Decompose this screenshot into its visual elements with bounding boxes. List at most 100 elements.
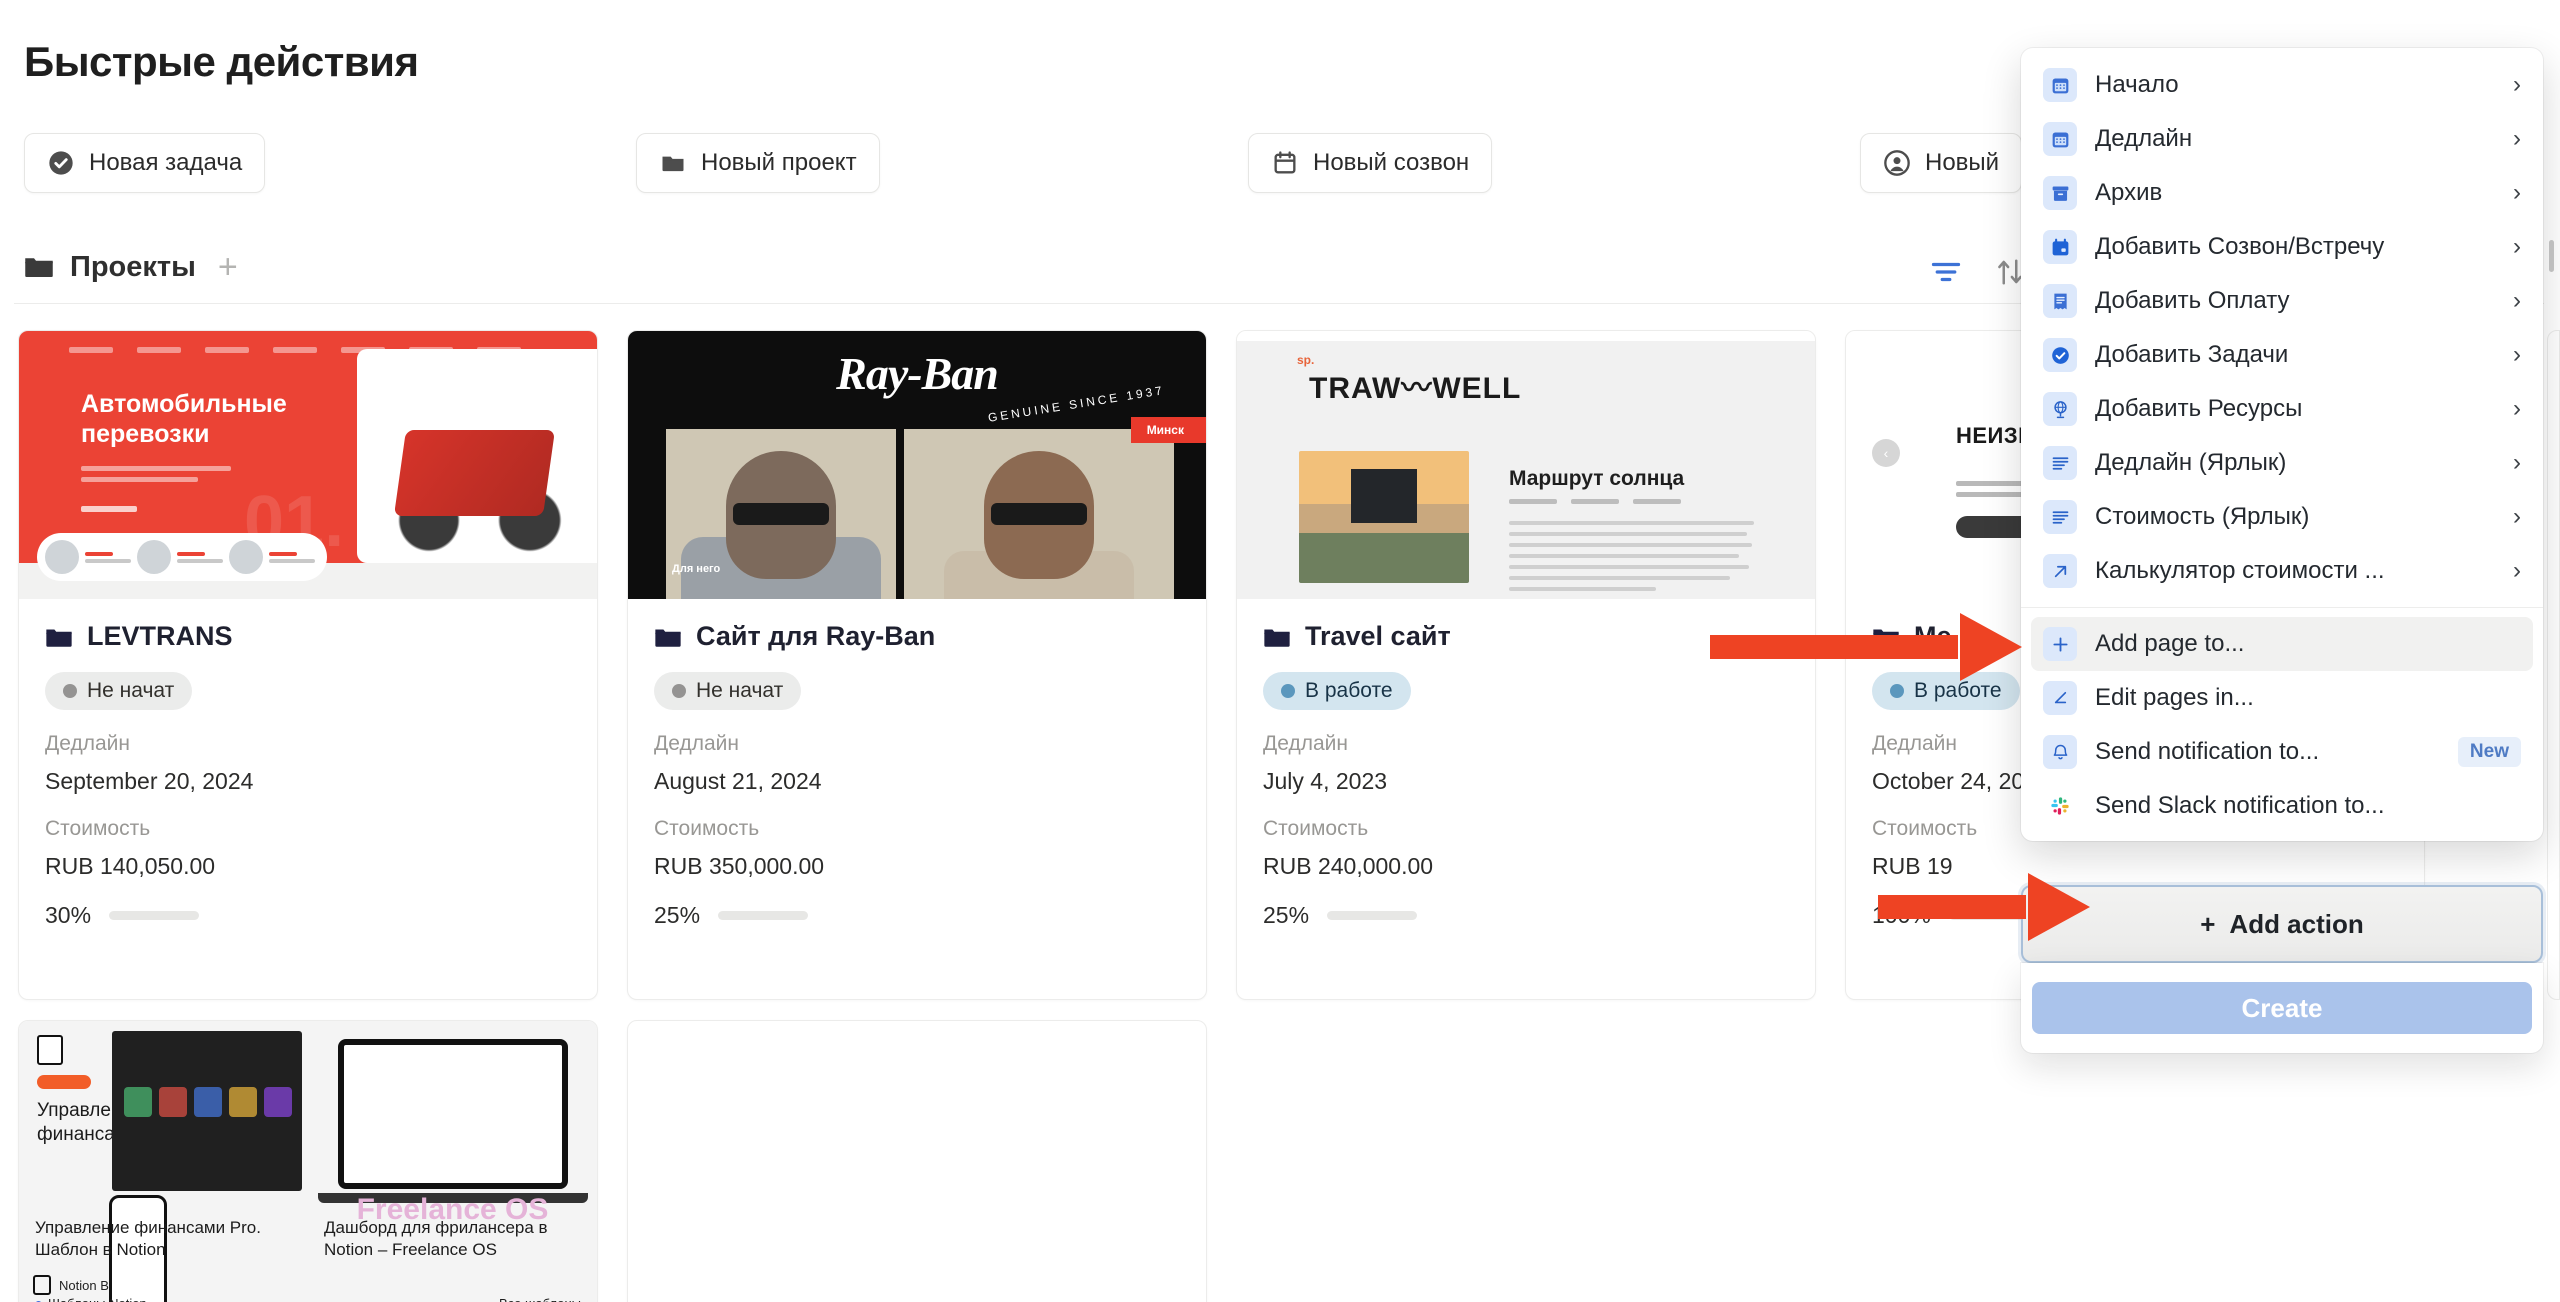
cover-brand: TRAW〰WELL: [1309, 372, 1522, 405]
progress-label: 30%: [45, 902, 92, 928]
folder-icon: [45, 625, 73, 648]
card-cover-levtrans: Автомобильные перевозки 01.: [19, 331, 597, 599]
quick-action-new-person[interactable]: Новый: [1860, 133, 2023, 193]
tile-caption: Дашборд для фрилансера в Notion – Freela…: [324, 1218, 548, 1260]
actions-dropdown-menu: Начало › Дедлайн › Архив › Добавить Созв…: [2021, 48, 2543, 841]
create-button[interactable]: Create: [2032, 982, 2532, 1034]
menu-item-dobavit-oplatu[interactable]: Добавить Оплату ›: [2031, 274, 2533, 328]
quick-action-new-project[interactable]: Новый проект: [636, 133, 880, 193]
status-label: В работе: [1914, 679, 2002, 702]
status-dot: [1890, 684, 1904, 698]
status-label: Не начат: [696, 679, 784, 702]
cost-value: RUB 240,000.00: [1263, 853, 1434, 879]
progress-row: 25%: [654, 902, 1180, 929]
quick-action-label: Новый созвон: [1313, 149, 1470, 176]
status-label: В работе: [1305, 679, 1393, 702]
menu-item-label: Добавить Оплату: [2095, 287, 2290, 314]
arrow-up-right-icon: [2043, 554, 2077, 588]
section-title: Проекты: [70, 250, 196, 283]
annotation-arrow-add-page: [1710, 613, 2022, 681]
quick-action-label: Новый проект: [701, 149, 857, 176]
check-circle-filled-icon: [2043, 338, 2077, 372]
page-title: Быстрые действия: [24, 38, 419, 85]
receipt-icon: [2043, 284, 2077, 318]
card-title: Travel сайт: [1305, 621, 1451, 651]
status-dot: [63, 684, 77, 698]
progress-label: 25%: [1263, 902, 1310, 928]
menu-item-dedlayn[interactable]: Дедлайн ›: [2031, 112, 2533, 166]
filter-icon[interactable]: [1931, 259, 1961, 290]
card-cover-trawwell: sp. TRAW〰WELL Маршрут солнца: [1237, 331, 1815, 599]
quick-action-label: Новый: [1925, 149, 2000, 176]
menu-item-send-slack-notification-to[interactable]: Send Slack notification to...: [2031, 779, 2533, 833]
create-footer: Create: [2021, 963, 2543, 1053]
empty-card[interactable]: [627, 1020, 1207, 1302]
archive-box-icon: [2043, 176, 2077, 210]
status-label: Не начат: [87, 679, 175, 702]
notion-logo-icon: [37, 1035, 63, 1065]
card-title-row: Сайт для Ray-Ban: [654, 621, 1180, 652]
carousel-prev-icon[interactable]: ‹: [1872, 439, 1900, 467]
menu-item-add-page-to[interactable]: Add page to...: [2031, 617, 2533, 671]
folder-icon: [659, 149, 687, 177]
quick-action-new-task[interactable]: Новая задача: [24, 133, 266, 193]
menu-item-label: Начало: [2095, 71, 2179, 98]
cover-heading: Автомобильные перевозки: [81, 390, 287, 448]
card-title: LEVTRANS: [87, 621, 233, 651]
globe-stand-icon: [2043, 392, 2077, 426]
chevron-right-icon: ›: [2513, 449, 2521, 476]
add-action-button[interactable]: + Add action: [2021, 885, 2543, 963]
menu-item-dedlayn-yarlyk[interactable]: Дедлайн (Ярлык) ›: [2031, 436, 2533, 490]
menu-item-label: Архив: [2095, 179, 2163, 206]
new-badge: New: [2457, 737, 2521, 767]
project-card-offscreen-peek: [2547, 330, 2560, 1000]
calendar-event-icon: [2043, 230, 2077, 264]
menu-item-edit-pages-in[interactable]: Edit pages in...: [2031, 671, 2533, 725]
deadline-value: September 20, 2024: [45, 768, 254, 794]
project-card[interactable]: Ray-Ban GENUINE SINCE 1937 Минск Для нег…: [627, 330, 1207, 1000]
slack-icon: [2043, 789, 2077, 823]
menu-divider: [2021, 607, 2543, 608]
status-badge: Не начат: [45, 672, 193, 710]
chevron-right-icon: ›: [2513, 503, 2521, 530]
cover-heading: Маршрут солнца: [1509, 467, 1685, 490]
menu-item-stoimost-yarlyk[interactable]: Стоимость (Ярлык) ›: [2031, 490, 2533, 544]
cost-label: Стоимость: [1263, 817, 1369, 840]
menu-item-dobavit-sozvon[interactable]: Добавить Созвон/Встречу ›: [2031, 220, 2533, 274]
calendar-icon: [2043, 122, 2077, 156]
menu-item-dobavit-resursy[interactable]: Добавить Ресурсы ›: [2031, 382, 2533, 436]
cost-value: RUB 140,050.00: [45, 853, 216, 879]
add-action-label: Add action: [2229, 908, 2364, 939]
menu-item-label: Дедлайн: [2095, 125, 2193, 152]
check-circle-icon: [47, 149, 75, 177]
bell-icon: [2043, 735, 2077, 769]
notion-templates-card[interactable]: Управление финансами PRO Notion Box Упра…: [18, 1020, 598, 1302]
menu-item-label: Добавить Созвон/Встречу: [2095, 233, 2385, 260]
card-body: LEVTRANS Не начат Дедлайн September 20, …: [19, 599, 597, 929]
deadline-label: Дедлайн: [45, 732, 130, 755]
project-card[interactable]: Автомобильные перевозки 01. LEVTRANS Не …: [18, 330, 598, 1000]
plus-icon: [2043, 627, 2077, 661]
chevron-right-icon: ›: [2513, 125, 2521, 152]
progress-track: [718, 911, 809, 920]
chevron-right-icon: ›: [2513, 179, 2521, 206]
add-project-button[interactable]: +: [218, 250, 238, 284]
menu-item-label: Стоимость (Ярлык): [2095, 503, 2310, 530]
menu-item-arhiv[interactable]: Архив ›: [2031, 166, 2533, 220]
deadline-value: August 21, 2024: [654, 768, 822, 794]
menu-item-nachalo[interactable]: Начало ›: [2031, 58, 2533, 112]
menu-item-dobavit-zadachi[interactable]: Добавить Задачи ›: [2031, 328, 2533, 382]
chevron-right-icon: ›: [2513, 71, 2521, 98]
scrollbar-thumb[interactable]: [2549, 240, 2554, 272]
menu-item-kalkulyator[interactable]: Калькулятор стоимости ... ›: [2031, 544, 2533, 598]
progress-track: [109, 911, 200, 920]
deadline-label: Дедлайн: [1263, 732, 1348, 755]
quick-action-new-call[interactable]: Новый созвон: [1248, 133, 1493, 193]
cover-caption: Для него: [672, 563, 721, 575]
chevron-right-icon: ›: [2513, 395, 2521, 422]
chevron-right-icon: ›: [2513, 233, 2521, 260]
footer-right-link[interactable]: Все шаблоны: [499, 1296, 581, 1302]
footer-left-label: Шаблоны Notion: [48, 1296, 147, 1302]
menu-item-send-notification-to[interactable]: Send notification to... New: [2031, 725, 2533, 779]
menu-item-label: Добавить Задачи: [2095, 341, 2289, 368]
